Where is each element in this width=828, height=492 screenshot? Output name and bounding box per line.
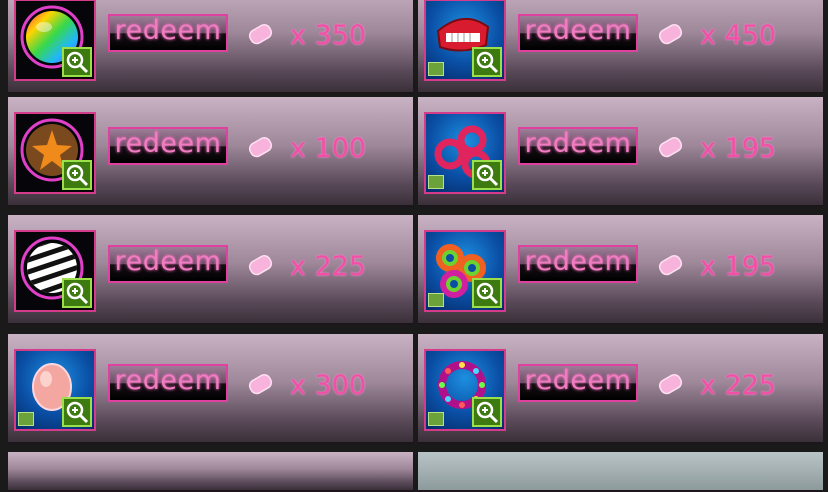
redeem-button[interactable]: redeem [108,127,228,165]
item-thumbnail[interactable] [14,230,96,312]
gem-currency-icon [656,24,686,46]
reward-card: redeem x 100 [8,97,413,207]
reward-card: redeem x 300 [8,334,413,444]
price-label: x 100 [290,133,367,164]
zoom-in-icon[interactable] [472,160,502,190]
gem-currency-icon [246,137,276,159]
price-label: x 450 [700,20,777,51]
zoom-in-icon[interactable] [62,47,92,77]
reward-card: redeem x 225 [8,215,413,325]
price-label: x 225 [290,251,367,282]
badge-icon [18,412,34,426]
reward-card [418,452,823,492]
gem-currency-icon [656,255,686,277]
zoom-in-icon[interactable] [62,278,92,308]
item-thumbnail[interactable] [14,0,96,81]
reward-grid: redeem x 350 redeem x 450 redeem x 100 r… [0,0,828,492]
zoom-in-icon[interactable] [472,397,502,427]
gem-currency-icon [656,137,686,159]
reward-card: redeem x 195 [418,215,823,325]
reward-card: redeem x 450 [418,0,823,94]
badge-icon [428,293,444,307]
price-label: x 225 [700,370,777,401]
redeem-button[interactable]: redeem [518,364,638,402]
item-thumbnail[interactable] [14,112,96,194]
gem-currency-icon [246,374,276,396]
price-label: x 350 [290,20,367,51]
zoom-in-icon[interactable] [62,397,92,427]
gem-currency-icon [246,24,276,46]
price-label: x 195 [700,251,777,282]
reward-card: redeem x 350 [8,0,413,94]
reward-card [8,452,413,492]
zoom-in-icon[interactable] [62,160,92,190]
gem-currency-icon [656,374,686,396]
reward-card: redeem x 195 [418,97,823,207]
redeem-button[interactable]: redeem [518,245,638,283]
reward-card: redeem x 225 [418,334,823,444]
price-label: x 300 [290,370,367,401]
item-thumbnail[interactable] [424,230,506,312]
item-thumbnail[interactable] [424,112,506,194]
redeem-button[interactable]: redeem [518,14,638,52]
badge-icon [428,62,444,76]
item-thumbnail[interactable] [424,0,506,81]
price-label: x 195 [700,133,777,164]
item-thumbnail[interactable] [424,349,506,431]
gem-currency-icon [246,255,276,277]
item-thumbnail[interactable] [14,349,96,431]
zoom-in-icon[interactable] [472,278,502,308]
redeem-button[interactable]: redeem [108,14,228,52]
redeem-button[interactable]: redeem [108,364,228,402]
badge-icon [428,175,444,189]
redeem-button[interactable]: redeem [108,245,228,283]
redeem-button[interactable]: redeem [518,127,638,165]
badge-icon [428,412,444,426]
zoom-in-icon[interactable] [472,47,502,77]
